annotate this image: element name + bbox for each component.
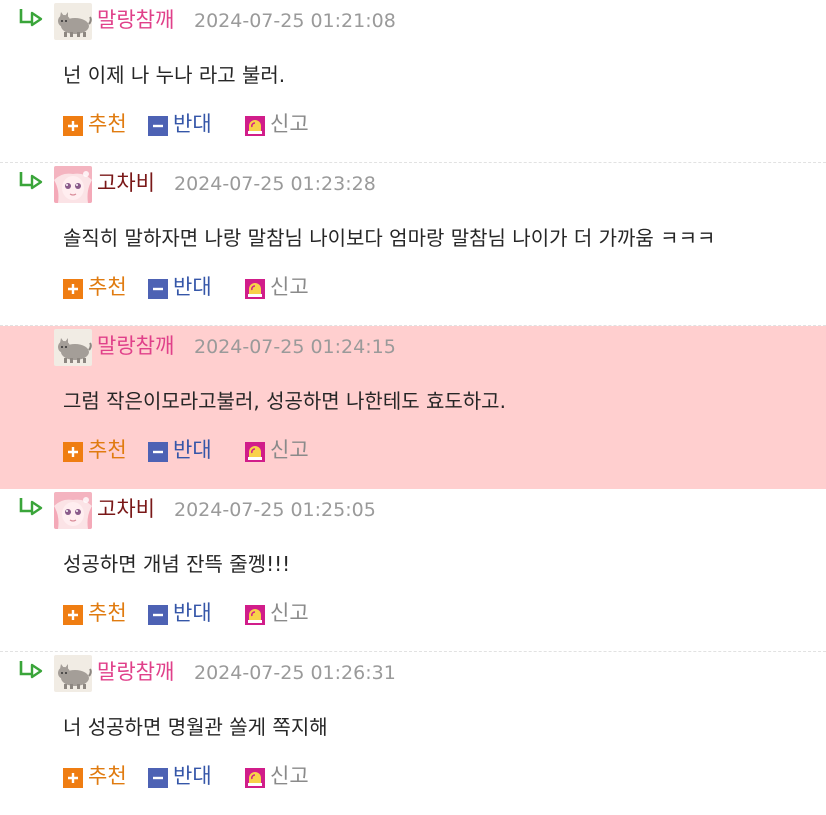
comment-text: 솔직히 말하자면 나랑 말참님 나이보다 엄마랑 말참님 나이가 더 가까움 ㅋ… bbox=[63, 226, 716, 250]
plus-icon bbox=[63, 116, 83, 136]
oppose-label: 반대 bbox=[173, 601, 212, 625]
siren-icon bbox=[245, 116, 265, 136]
comment-list: 말랑참깨 2024-07-25 01:21:08 넌 이제 나 누나 라고 불러… bbox=[0, 0, 826, 815]
plus-icon bbox=[63, 605, 83, 625]
comment-text: 성공하면 개념 잔뜩 줄껭!!! bbox=[63, 552, 291, 576]
comment-item: 말랑참깨 2024-07-25 01:21:08 넌 이제 나 누나 라고 불러… bbox=[0, 0, 826, 163]
reply-arrow-icon bbox=[18, 659, 44, 681]
siren-icon bbox=[245, 279, 265, 299]
oppose-label: 반대 bbox=[173, 275, 212, 299]
comment-text: 넌 이제 나 누나 라고 불러. bbox=[63, 63, 286, 87]
plus-icon bbox=[63, 279, 83, 299]
siren-icon bbox=[245, 605, 265, 625]
comment-date: 2024-07-25 01:25:05 bbox=[174, 499, 376, 521]
report-label: 신고 bbox=[270, 438, 309, 462]
comment-author[interactable]: 말랑참깨 bbox=[97, 659, 174, 685]
oppose-label: 반대 bbox=[173, 112, 212, 136]
recommend-label: 추천 bbox=[88, 601, 127, 625]
comment-date: 2024-07-25 01:24:15 bbox=[194, 336, 396, 358]
recommend-label: 추천 bbox=[88, 275, 127, 299]
comment-author[interactable]: 고차비 bbox=[97, 170, 155, 196]
report-label: 신고 bbox=[270, 764, 309, 788]
comment-date: 2024-07-25 01:26:31 bbox=[194, 662, 396, 684]
anime-girl-avatar[interactable] bbox=[54, 166, 92, 203]
oppose-label: 반대 bbox=[173, 438, 212, 462]
minus-icon bbox=[148, 442, 168, 462]
minus-icon bbox=[148, 768, 168, 788]
comment-author[interactable]: 고차비 bbox=[97, 496, 155, 522]
minus-icon bbox=[148, 279, 168, 299]
comment-author[interactable]: 말랑참깨 bbox=[97, 333, 174, 359]
siren-icon bbox=[245, 768, 265, 788]
anime-girl-avatar[interactable] bbox=[54, 492, 92, 529]
comment-item: 고차비 2024-07-25 01:25:05 성공하면 개념 잔뜩 줄껭!!!… bbox=[0, 489, 826, 652]
siren-icon bbox=[245, 442, 265, 462]
reply-arrow-icon bbox=[18, 7, 44, 29]
cat-avatar[interactable] bbox=[54, 329, 92, 366]
minus-icon bbox=[148, 116, 168, 136]
reply-arrow-icon bbox=[18, 170, 44, 192]
report-label: 신고 bbox=[270, 275, 309, 299]
comment-item: 말랑참깨 2024-07-25 01:24:15 그럼 작은이모라고불러, 성공… bbox=[0, 326, 826, 489]
comment-text: 너 성공하면 명월관 쏠게 쪽지해 bbox=[63, 715, 328, 739]
reply-arrow-icon bbox=[18, 496, 44, 518]
report-label: 신고 bbox=[270, 112, 309, 136]
plus-icon bbox=[63, 768, 83, 788]
recommend-label: 추천 bbox=[88, 112, 127, 136]
recommend-label: 추천 bbox=[88, 764, 127, 788]
cat-avatar[interactable] bbox=[54, 3, 92, 40]
minus-icon bbox=[148, 605, 168, 625]
oppose-label: 반대 bbox=[173, 764, 212, 788]
cat-avatar[interactable] bbox=[54, 655, 92, 692]
report-label: 신고 bbox=[270, 601, 309, 625]
plus-icon bbox=[63, 442, 83, 462]
comment-item: 고차비 2024-07-25 01:23:28 솔직히 말하자면 나랑 말참님 … bbox=[0, 163, 826, 326]
comment-author[interactable]: 말랑참깨 bbox=[97, 7, 174, 33]
comment-text: 그럼 작은이모라고불러, 성공하면 나한테도 효도하고. bbox=[63, 389, 506, 413]
comment-date: 2024-07-25 01:23:28 bbox=[174, 173, 376, 195]
comment-date: 2024-07-25 01:21:08 bbox=[194, 10, 396, 32]
recommend-label: 추천 bbox=[88, 438, 127, 462]
